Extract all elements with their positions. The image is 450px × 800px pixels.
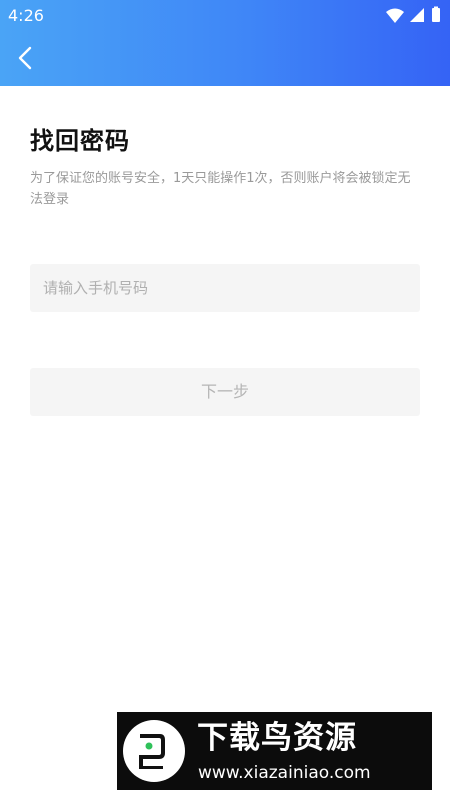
next-step-button[interactable]: 下一步 — [30, 368, 420, 416]
app-header: 4:26 — [0, 0, 450, 86]
phone-number-input[interactable] — [30, 264, 420, 312]
watermark-banner: 下载鸟资源 www.xiazainiao.com — [117, 712, 432, 790]
battery-icon — [432, 8, 440, 22]
back-button[interactable] — [10, 42, 44, 76]
status-icons — [386, 6, 440, 23]
status-time: 4:26 — [8, 6, 44, 25]
chevron-left-icon — [18, 46, 32, 70]
signal-icon — [410, 8, 424, 22]
bird-logo-icon — [123, 720, 185, 782]
page-title: 找回密码 — [30, 127, 130, 155]
page-description: 为了保证您的账号安全，1天只能操作1次，否则账户将会被锁定无法登录 — [30, 171, 411, 207]
wifi-icon — [386, 8, 404, 23]
watermark-title: 下载鸟资源 — [197, 720, 357, 756]
watermark-url: www.xiazainiao.com — [198, 763, 371, 783]
